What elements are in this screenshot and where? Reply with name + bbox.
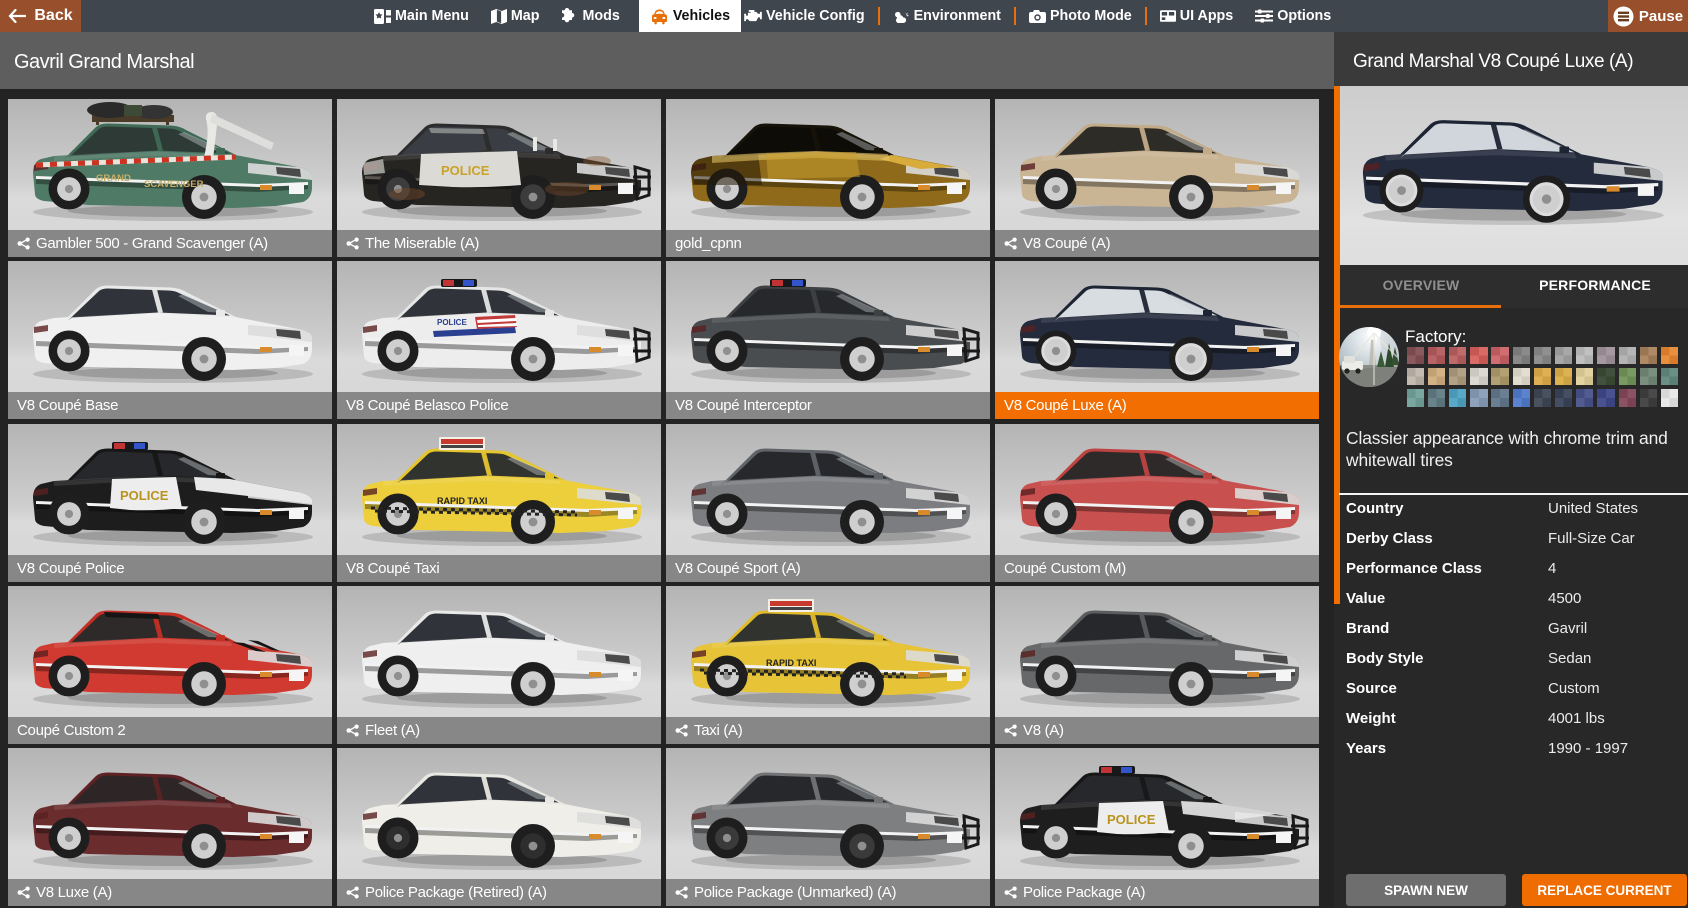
svg-text:POLICE: POLICE — [441, 163, 490, 178]
svg-text:GRAND: GRAND — [96, 173, 131, 184]
svg-text:SCAVENGER: SCAVENGER — [144, 179, 204, 190]
svg-text:RAPID TAXI: RAPID TAXI — [766, 658, 816, 668]
svg-text:POLICE: POLICE — [1107, 812, 1156, 827]
svg-text:POLICE: POLICE — [437, 318, 467, 327]
svg-text:POLICE: POLICE — [120, 488, 169, 503]
svg-text:RAPID TAXI: RAPID TAXI — [437, 496, 487, 506]
